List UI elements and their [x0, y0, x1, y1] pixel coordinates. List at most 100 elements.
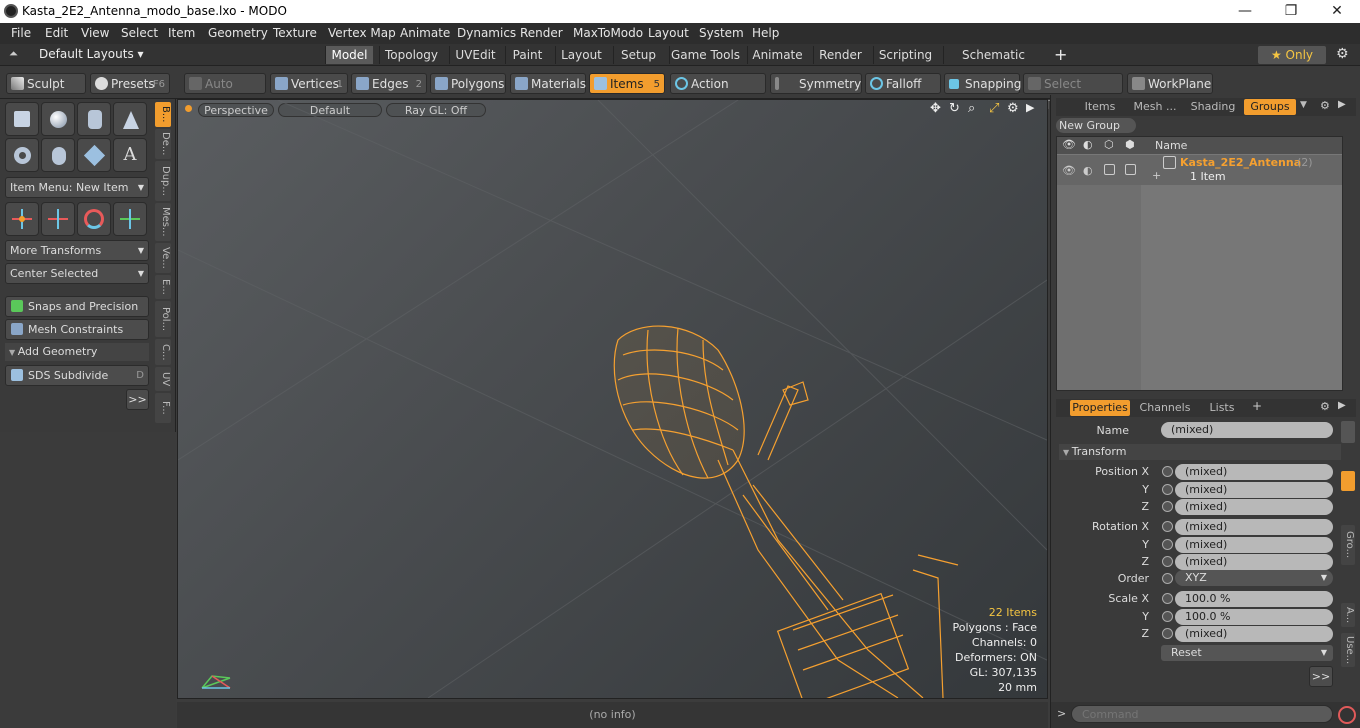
presets-button[interactable]: Presets F6 — [90, 73, 170, 94]
text-tool-icon[interactable]: A — [113, 138, 147, 172]
capsule-icon[interactable] — [41, 138, 75, 172]
polygons-button[interactable]: Polygons — [430, 73, 506, 94]
only-toggle[interactable]: ★ Only — [1258, 46, 1326, 64]
menu-maxtomodo[interactable]: MaxToModo — [573, 26, 643, 40]
scale-z-field[interactable]: (mixed) — [1175, 626, 1333, 642]
menu-texture[interactable]: Texture — [273, 26, 317, 40]
panel-gear-icon[interactable]: ⚙ — [1320, 99, 1330, 112]
panel-expand-icon[interactable]: ▶ — [1338, 99, 1346, 110]
side-tab-assembly[interactable]: A... — [1341, 603, 1355, 627]
minimize-button[interactable]: — — [1222, 0, 1268, 23]
rotation-y-field[interactable]: (mixed) — [1175, 537, 1333, 553]
falloff-button[interactable]: Falloff — [865, 73, 941, 94]
select-through-button[interactable]: Select Through — [1023, 73, 1123, 112]
auto-select-button[interactable]: Auto Select — [184, 73, 266, 112]
properties-gear-icon[interactable]: ⚙ — [1320, 400, 1330, 413]
scale-y-field[interactable]: 100.0 % — [1175, 609, 1333, 625]
menu-animate[interactable]: Animate — [400, 26, 450, 40]
torus-icon[interactable] — [5, 138, 39, 172]
reset-dropdown[interactable]: Reset ▼ — [1161, 645, 1333, 661]
items-button[interactable]: Items 5 — [589, 73, 665, 94]
tab-game-tools[interactable]: Game Tools — [669, 46, 741, 64]
transform-section[interactable]: ▼ Transform — [1059, 444, 1341, 460]
group-row[interactable]: 👁 ◐ + Kasta_2E2_Antenna (2) 1 Item — [1057, 155, 1342, 185]
record-icon[interactable] — [1338, 706, 1356, 724]
mesh-constraints-button[interactable]: Mesh Constraints — [5, 319, 149, 340]
transform-tool-icon[interactable] — [41, 202, 75, 236]
tab-edge[interactable]: E... — [155, 275, 171, 299]
workplane-button[interactable]: WorkPlane — [1127, 73, 1213, 94]
default-layouts-dropdown[interactable]: Default Layouts ▾ — [39, 47, 144, 61]
tab-model[interactable]: Model — [325, 46, 373, 64]
animate-dot[interactable] — [1162, 501, 1173, 512]
side-tab-groups[interactable]: Gro... — [1341, 525, 1355, 565]
materials-button[interactable]: Materials — [510, 73, 586, 94]
tab-properties[interactable]: Properties — [1070, 400, 1130, 416]
command-input[interactable] — [1071, 705, 1333, 723]
menu-edit[interactable]: Edit — [45, 26, 68, 40]
tab-paint[interactable]: Paint — [505, 46, 549, 64]
select-checkbox[interactable] — [1125, 164, 1136, 175]
more-transforms-dropdown[interactable]: More Transforms ▼ — [5, 240, 149, 261]
tab-duplicate[interactable]: Dup... — [155, 161, 171, 201]
sphere-icon[interactable] — [41, 102, 75, 136]
menu-render[interactable]: Render — [520, 26, 563, 40]
tab-uvedit[interactable]: UVEdit — [449, 46, 501, 64]
menu-vertex-map[interactable]: Vertex Map — [328, 26, 396, 40]
animate-dot[interactable] — [1162, 521, 1173, 532]
animate-dot[interactable] — [1162, 484, 1173, 495]
cylinder-icon[interactable] — [77, 102, 111, 136]
sds-subdivide-button[interactable]: SDS Subdivide D — [5, 365, 149, 386]
tab-schematic-fusion[interactable]: Schematic Fusion — [943, 46, 1043, 80]
properties-more-button[interactable]: >> — [1309, 666, 1333, 687]
tab-topology[interactable]: Topology — [379, 46, 443, 64]
render-icon[interactable]: ◐ — [1083, 164, 1093, 177]
menu-file[interactable]: File — [11, 26, 31, 40]
animate-dot[interactable] — [1162, 628, 1173, 639]
tab-curve[interactable]: C... — [155, 339, 171, 365]
menu-system[interactable]: System — [699, 26, 744, 40]
move-tool-icon[interactable] — [5, 202, 39, 236]
tab-vertex[interactable]: Ve... — [155, 243, 171, 273]
tab-layout[interactable]: Layout — [555, 46, 607, 64]
tab-shading[interactable]: Shading — [1186, 99, 1240, 115]
tab-groups[interactable]: Groups — [1244, 99, 1296, 115]
tab-items[interactable]: Items — [1076, 99, 1124, 115]
tab-basic[interactable]: B... — [155, 102, 171, 127]
side-tab-top[interactable] — [1341, 421, 1355, 443]
cube-icon[interactable] — [5, 102, 39, 136]
tab-mesh[interactable]: Mesh ... — [1130, 99, 1180, 115]
expand-more-button[interactable]: >> — [126, 389, 149, 410]
new-group-button[interactable]: New Group — [1056, 118, 1136, 133]
name-field[interactable]: (mixed) — [1161, 422, 1333, 438]
animate-dot[interactable] — [1162, 556, 1173, 567]
tab-setup[interactable]: Setup — [613, 46, 663, 64]
menu-dynamics[interactable]: Dynamics — [457, 26, 516, 40]
menu-view[interactable]: View — [81, 26, 109, 40]
cone-icon[interactable] — [113, 102, 147, 136]
menu-item[interactable]: Item — [168, 26, 195, 40]
tab-render[interactable]: Render — [813, 46, 867, 64]
position-z-field[interactable]: (mixed) — [1175, 499, 1333, 515]
close-button[interactable]: ✕ — [1314, 0, 1360, 23]
menu-layout[interactable]: Layout — [648, 26, 689, 40]
tab-deform[interactable]: De... — [155, 129, 171, 159]
add-properties-tab[interactable]: + — [1252, 399, 1262, 413]
tab-polygon[interactable]: Pol... — [155, 301, 171, 337]
add-geometry-section[interactable]: ▼ Add Geometry — [5, 343, 149, 361]
tab-uv[interactable]: UV — [155, 367, 171, 391]
group-name[interactable]: Kasta_2E2_Antenna — [1180, 156, 1301, 169]
menu-select[interactable]: Select — [121, 26, 158, 40]
menu-help[interactable]: Help — [752, 26, 779, 40]
snaps-precision-button[interactable]: Snaps and Precision — [5, 296, 149, 317]
symmetry-button[interactable]: Symmetry — [770, 73, 862, 94]
lock-checkbox[interactable] — [1104, 164, 1115, 175]
side-tab-user[interactable]: Use... — [1341, 633, 1355, 667]
add-tab-button[interactable]: + — [1054, 45, 1067, 64]
scale-x-field[interactable]: 100.0 % — [1175, 591, 1333, 607]
collapse-icon[interactable]: ⏶ — [9, 47, 18, 61]
sculpt-button[interactable]: Sculpt — [6, 73, 86, 94]
tab-animate[interactable]: Animate — [747, 46, 807, 64]
edges-button[interactable]: Edges 2 — [351, 73, 427, 94]
properties-expand-icon[interactable]: ▶ — [1338, 400, 1346, 411]
